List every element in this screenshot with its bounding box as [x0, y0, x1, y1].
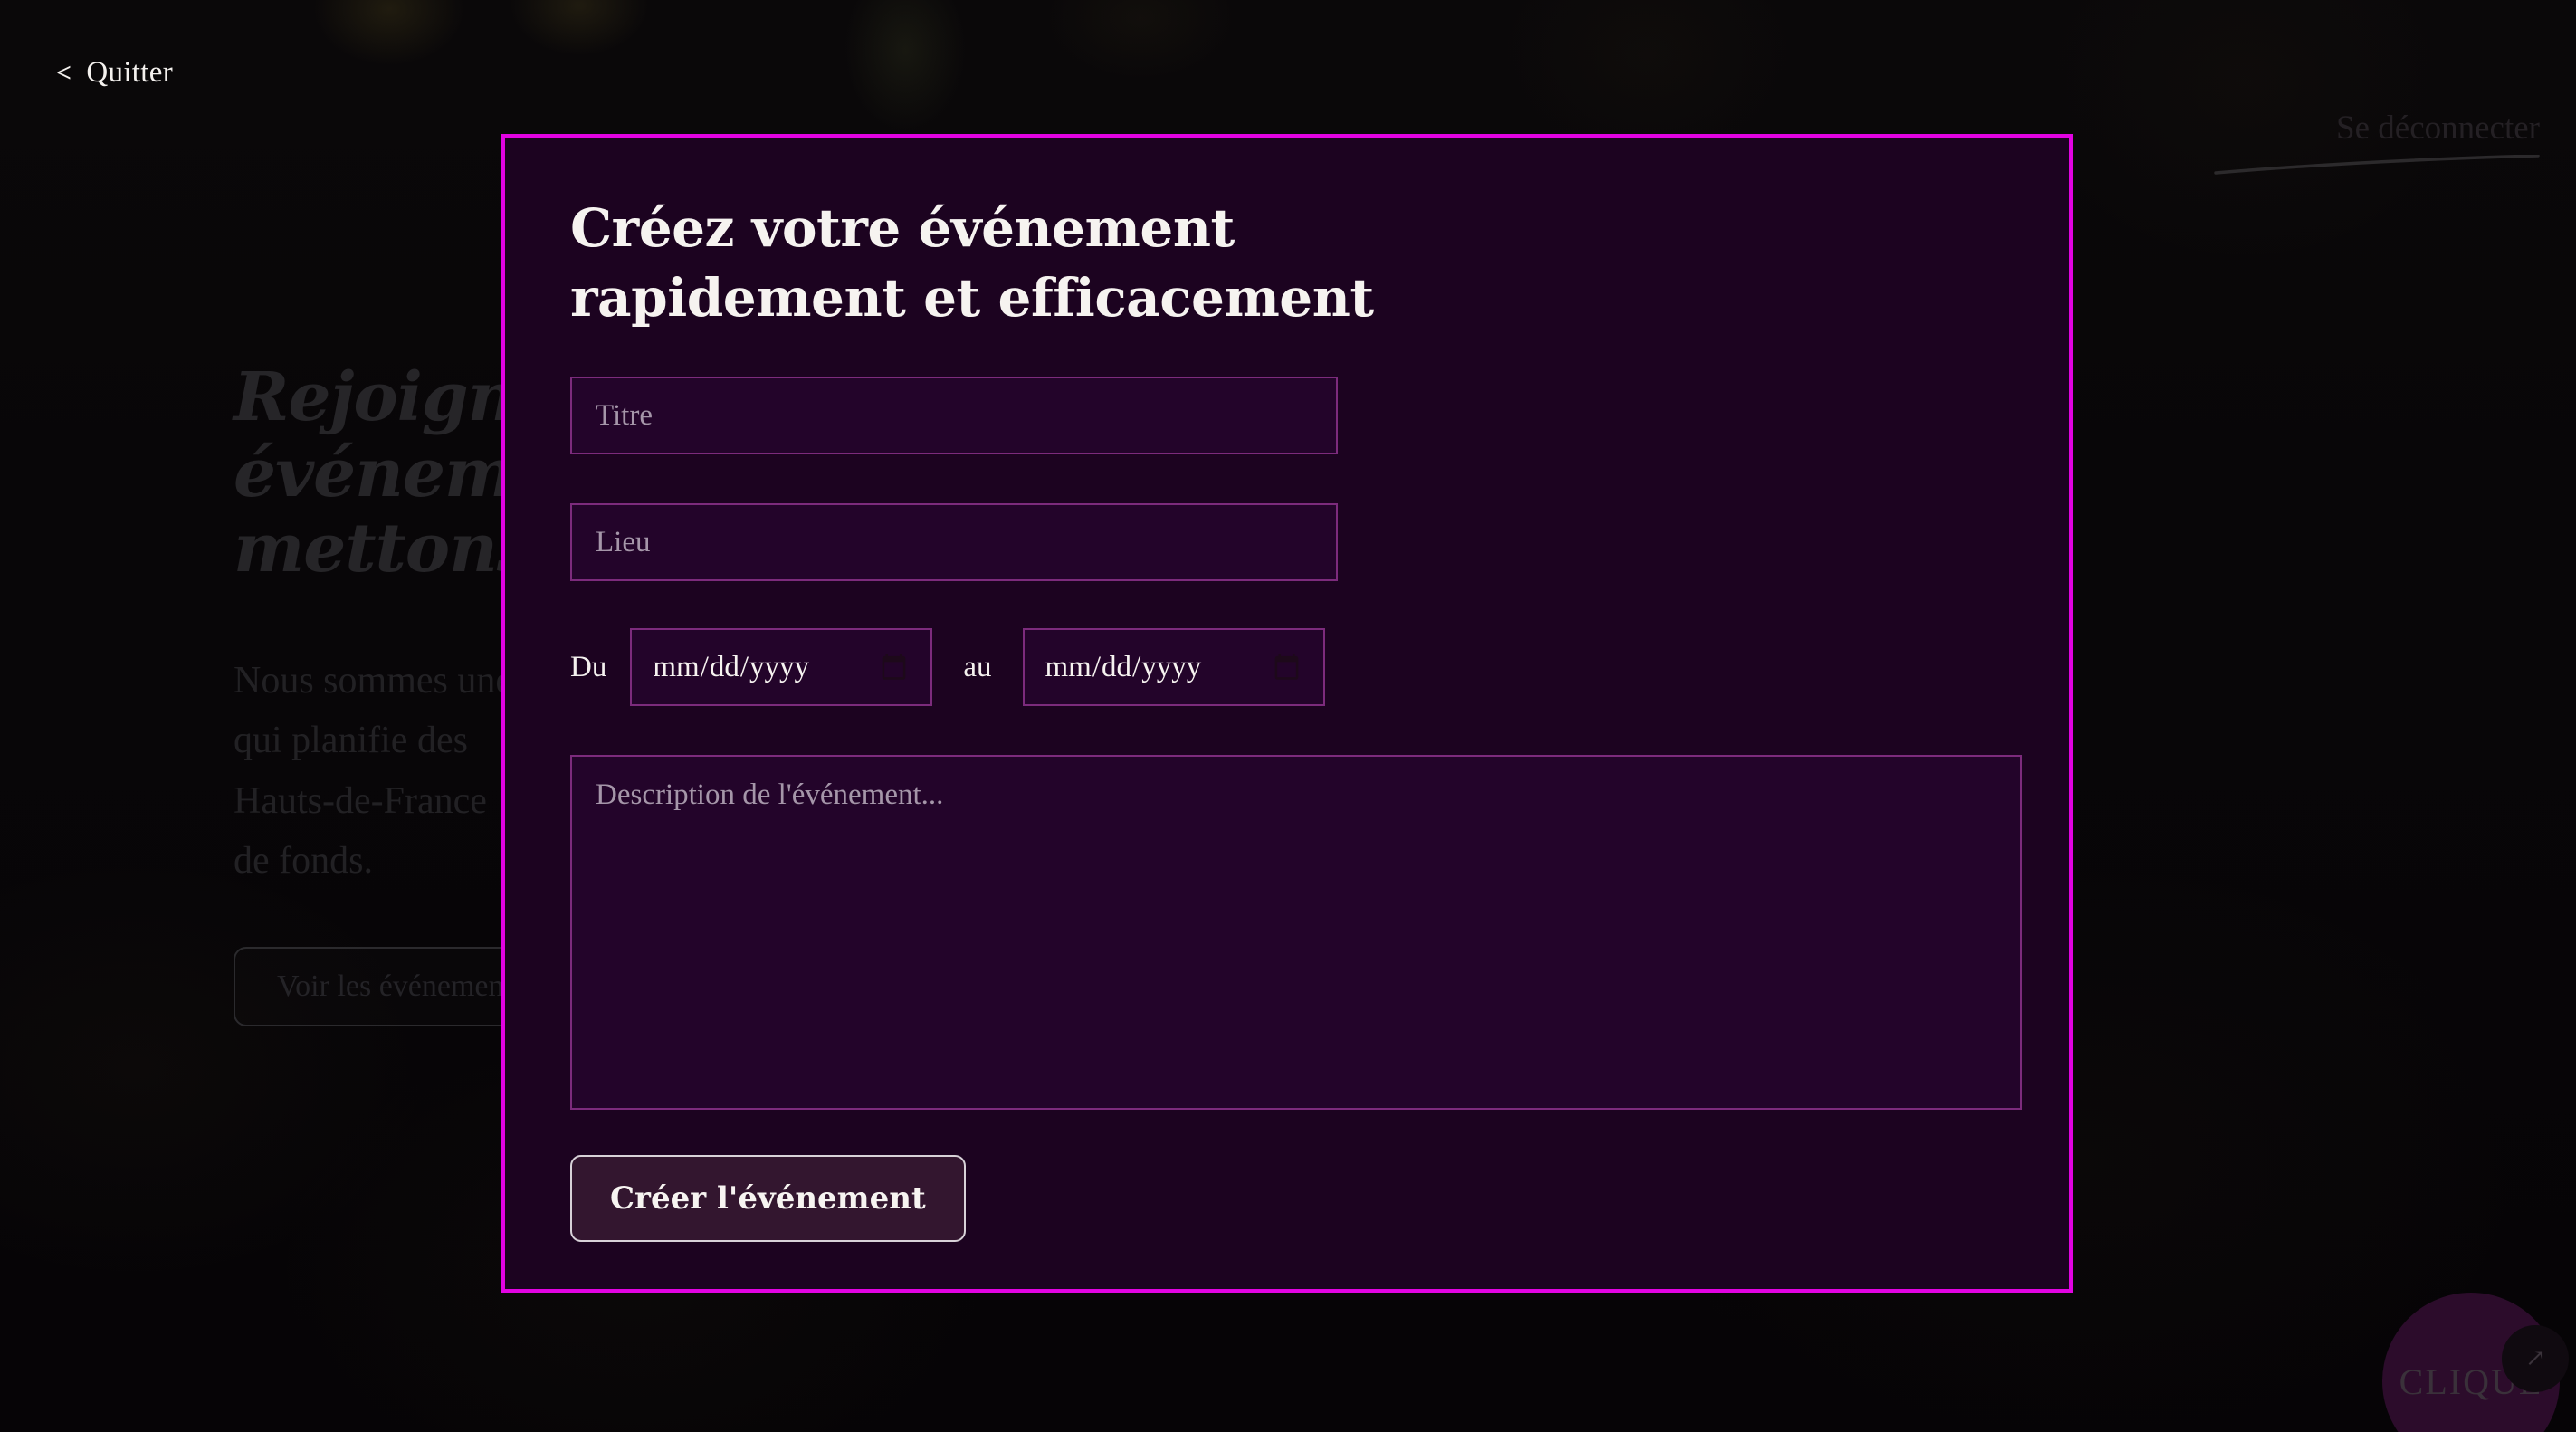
modal-title: Créez votre événement rapidement et effi… [570, 197, 1374, 329]
event-end-date-input[interactable] [1022, 628, 1325, 707]
create-event-form: Du au Créer l'événement [570, 377, 2022, 1243]
quit-link[interactable]: < Quitter [56, 56, 173, 90]
logout-underline-decoration [2214, 155, 2540, 177]
logout-label[interactable]: Se déconnecter [2214, 109, 2540, 148]
date-from-label: Du [570, 650, 607, 683]
chevron-left-icon: < [56, 57, 72, 88]
logout-area[interactable]: Se déconnecter [2214, 109, 2540, 177]
quit-label: Quitter [86, 56, 173, 89]
event-date-range-row: Du au [570, 628, 2011, 707]
date-to-label: au [963, 650, 992, 683]
event-place-input[interactable] [570, 503, 1338, 582]
event-start-date-input[interactable] [630, 628, 933, 707]
clique-badge-arrow-icon[interactable]: ↗ [2502, 1325, 2569, 1392]
event-title-input[interactable] [570, 377, 1338, 455]
event-description-textarea[interactable] [570, 755, 2022, 1111]
create-event-modal: Créez votre événement rapidement et effi… [501, 134, 2073, 1293]
arrow-up-right-icon: ↗ [2525, 1345, 2545, 1371]
create-event-button[interactable]: Créer l'événement [570, 1155, 966, 1243]
